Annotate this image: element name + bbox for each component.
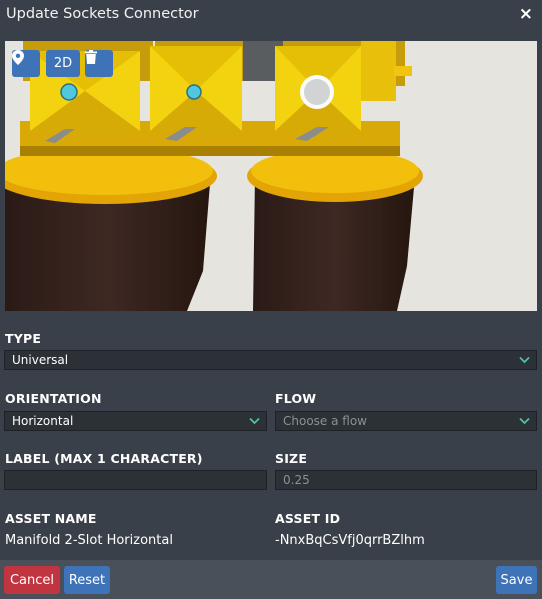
model-preview[interactable]: 2D: [5, 41, 537, 311]
reset-button[interactable]: Reset: [64, 566, 110, 594]
chevron-down-icon: [519, 417, 530, 425]
label-field-label: LABEL (MAX 1 CHARACTER): [5, 451, 203, 466]
orientation-label: ORIENTATION: [5, 391, 102, 406]
label-input[interactable]: [4, 470, 267, 490]
dialog-title: Update Sockets Connector: [6, 6, 199, 22]
trash-icon: [85, 50, 97, 64]
asset-id-value: -NnxBqCsVfj0qrrBZlhm: [275, 533, 425, 548]
type-select[interactable]: Universal: [4, 350, 537, 370]
delete-button[interactable]: [85, 50, 113, 77]
close-icon[interactable]: ×: [519, 4, 533, 24]
asset-id-label: ASSET ID: [275, 511, 341, 526]
orientation-value: Horizontal: [12, 414, 74, 428]
size-label: SIZE: [275, 451, 308, 466]
asset-name-label: ASSET NAME: [5, 511, 97, 526]
dialog-footer: Cancel Reset Save: [0, 560, 542, 599]
dialog-header: Update Sockets Connector ×: [0, 0, 542, 30]
flow-label: FLOW: [275, 391, 317, 406]
map-marker-icon: [12, 50, 24, 65]
flow-placeholder: Choose a flow: [283, 414, 367, 428]
type-label: TYPE: [5, 331, 42, 346]
view-2d-button[interactable]: 2D: [46, 50, 80, 77]
save-button[interactable]: Save: [496, 566, 537, 594]
orientation-select[interactable]: Horizontal: [4, 411, 267, 431]
manifold-3d-render: [5, 41, 423, 311]
size-placeholder: 0.25: [283, 473, 310, 487]
flow-select[interactable]: Choose a flow: [275, 411, 537, 431]
asset-name-value: Manifold 2-Slot Horizontal: [5, 533, 173, 548]
cancel-button[interactable]: Cancel: [4, 566, 60, 594]
type-value: Universal: [12, 353, 69, 367]
chevron-down-icon: [519, 356, 530, 364]
size-input[interactable]: 0.25: [275, 470, 537, 490]
location-pin-button[interactable]: [12, 50, 40, 77]
chevron-down-icon: [249, 417, 260, 425]
